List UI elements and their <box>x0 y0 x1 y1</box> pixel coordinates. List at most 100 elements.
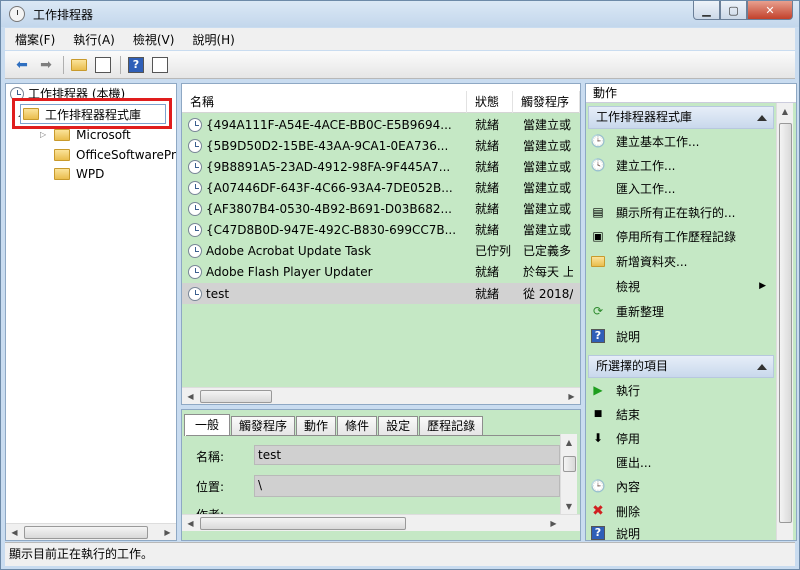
group-library[interactable]: 工作排程器程式庫 <box>588 106 774 129</box>
tab-history[interactable]: 歷程記錄 <box>419 416 484 436</box>
action-export[interactable]: 匯出... <box>590 451 651 473</box>
name-label: 名稱: <box>196 450 225 464</box>
group-selected-item[interactable]: 所選擇的項目 <box>588 355 774 378</box>
action-help-selected[interactable]: ? 說明 <box>590 525 640 541</box>
refresh-icon: ⟳ <box>592 304 604 318</box>
action-new-folder[interactable]: 新增資料夾... <box>590 250 687 272</box>
task-scheduler-window: 工作排程器 ▁ ▢ ✕ 檔案(F) 執行(A) 檢視(V) 說明(H) ⬅ ➡ … <box>0 0 800 570</box>
action-refresh[interactable]: ⟳ 重新整理 <box>590 300 664 322</box>
task-status: 已佇列 <box>475 244 512 258</box>
tree-hscrollbar[interactable]: ◀ ▶ <box>6 523 176 540</box>
forward-icon[interactable]: ➡ <box>35 55 57 75</box>
table-row[interactable]: {494A111F-A54E-4ACE-BB0C-E5B9694... 就緒 當建立… <box>182 114 580 135</box>
scroll-thumb[interactable] <box>563 456 576 472</box>
tree-item-label: OfficeSoftwarePr <box>76 147 176 162</box>
collapse-icon[interactable] <box>757 115 767 121</box>
close-button[interactable]: ✕ <box>747 1 793 20</box>
properties-hscrollbar[interactable]: ◀ ▶ <box>182 514 580 531</box>
scroll-left-icon[interactable]: ◀ <box>182 388 199 404</box>
table-row[interactable]: {9B8891A5-23AD-4912-98FA-9F445A7... 就緒 當建立… <box>182 156 580 177</box>
scroll-right-icon[interactable]: ▶ <box>545 515 562 531</box>
help-icon[interactable]: ? <box>125 55 147 75</box>
tree-item-library-label: 工作排程器程式庫 <box>45 107 142 122</box>
collapse-icon[interactable] <box>757 364 767 370</box>
tree-item-officesoftwarepr[interactable]: OfficeSoftwarePr <box>54 145 176 164</box>
properties-tabs: 一般 觸發程序 動作 條件 設定 歷程記錄 <box>184 414 484 436</box>
action-show-running[interactable]: ▤ 顯示所有正在執行的... <box>590 201 735 223</box>
scroll-up-icon[interactable]: ▲ <box>561 434 577 450</box>
name-field[interactable]: test <box>254 445 560 465</box>
tree-item-microsoft[interactable]: ▷ Microsoft <box>40 125 131 144</box>
action-view[interactable]: 檢視 ▶ <box>590 275 766 297</box>
scroll-thumb[interactable] <box>779 123 792 523</box>
group-label: 所選擇的項目 <box>596 359 669 373</box>
tab-triggers[interactable]: 觸發程序 <box>231 416 296 436</box>
scroll-right-icon[interactable]: ▶ <box>563 388 580 404</box>
action-label: 停用 <box>616 431 641 446</box>
scroll-down-icon[interactable]: ▼ <box>561 498 577 514</box>
list-hscrollbar[interactable]: ◀ ▶ <box>182 387 580 404</box>
scroll-right-icon[interactable]: ▶ <box>159 524 176 540</box>
scroll-left-icon[interactable]: ◀ <box>182 515 199 531</box>
scroll-up-icon[interactable]: ▲ <box>777 103 793 119</box>
column-status[interactable]: 狀態 <box>467 91 513 113</box>
expand-arrow-icon[interactable]: ▷ <box>40 130 46 139</box>
view-icon <box>590 278 606 294</box>
action-end[interactable]: ■ 結束 <box>590 403 640 425</box>
properties-vscrollbar[interactable]: ▲ ▼ <box>560 434 577 514</box>
action-label: 內容 <box>616 479 641 494</box>
folder-icon <box>54 128 71 141</box>
table-row[interactable]: Adobe Flash Player Updater 就緒 於每天 上 <box>182 261 580 282</box>
task-trigger: 當建立或 <box>523 181 572 195</box>
action-disable[interactable]: ⬇ 停用 <box>590 427 640 449</box>
action-label: 執行 <box>616 383 641 398</box>
action-label: 停用所有工作歷程記錄 <box>616 229 737 244</box>
table-row-selected[interactable]: test 就緒 從 2018/ <box>182 283 580 304</box>
action-import-task[interactable]: 匯入工作... <box>590 177 675 199</box>
properties-icon[interactable] <box>149 55 171 75</box>
clock-icon <box>188 159 202 174</box>
actions-vscrollbar[interactable]: ▲ <box>776 103 793 540</box>
tree-item-library[interactable]: 工作排程器程式庫 <box>20 104 166 124</box>
show-hide-pane-icon[interactable] <box>92 55 114 75</box>
action-create-task[interactable]: 🕓 建立工作... <box>590 154 676 176</box>
location-field[interactable]: \ <box>254 475 560 497</box>
action-run[interactable]: ▶ 執行 <box>590 379 640 401</box>
column-trigger[interactable]: 觸發程序 <box>513 91 580 113</box>
new-folder-icon <box>590 253 606 269</box>
table-row[interactable]: {AF3807B4-0530-4B92-B691-D03B682... 就緒 當建立… <box>182 198 580 219</box>
tab-conditions[interactable]: 條件 <box>337 416 378 436</box>
menu-help[interactable]: 說明(H) <box>192 31 234 48</box>
action-label: 匯出... <box>616 455 652 470</box>
scroll-left-icon[interactable]: ◀ <box>6 524 23 540</box>
table-row[interactable]: Adobe Acrobat Update Task 已佇列 已定義多 <box>182 240 580 261</box>
task-trigger: 已定義多 <box>523 244 572 258</box>
history-icon: ▣ <box>592 229 604 243</box>
tab-actions[interactable]: 動作 <box>296 416 337 436</box>
action-properties[interactable]: 🕒 內容 <box>590 475 641 497</box>
menu-file[interactable]: 檔案(F) <box>15 31 55 48</box>
table-row[interactable]: {C47D8B0D-947E-492C-B830-699CC7B... 就緒 當建立… <box>182 219 580 240</box>
minimize-button[interactable]: ▁ <box>693 1 720 20</box>
import-icon <box>590 180 606 196</box>
navigation-tree: 工作排程器 (本機) ◢ 工作排程器程式庫 ▷ Microsoft Office… <box>5 83 177 541</box>
maximize-button[interactable]: ▢ <box>720 1 747 20</box>
menu-action[interactable]: 執行(A) <box>73 31 115 48</box>
menu-view[interactable]: 檢視(V) <box>133 31 175 48</box>
tab-general[interactable]: 一般 <box>184 414 231 436</box>
tab-settings[interactable]: 設定 <box>378 416 419 436</box>
scroll-thumb[interactable] <box>200 390 272 403</box>
scroll-thumb[interactable] <box>24 526 148 539</box>
action-delete[interactable]: ✖ 刪除 <box>590 500 640 522</box>
table-row[interactable]: {5B9D50D2-15BE-43AA-9CA1-0EA736... 就緒 當建立或 <box>182 135 580 156</box>
back-icon[interactable]: ⬅ <box>11 55 33 75</box>
clock-icon <box>188 222 202 237</box>
scroll-thumb[interactable] <box>200 517 406 530</box>
action-help[interactable]: ? 說明 <box>590 325 640 347</box>
tree-item-wpd[interactable]: WPD <box>54 164 104 183</box>
action-create-basic-task[interactable]: 🕒 建立基本工作... <box>590 130 700 152</box>
column-name[interactable]: 名稱 <box>182 91 467 113</box>
up-folder-icon[interactable] <box>68 55 90 75</box>
table-row[interactable]: {A07446DF-643F-4C66-93A4-7DE052B... 就緒 當建立… <box>182 177 580 198</box>
action-disable-history[interactable]: ▣ 停用所有工作歷程記錄 <box>590 225 736 247</box>
